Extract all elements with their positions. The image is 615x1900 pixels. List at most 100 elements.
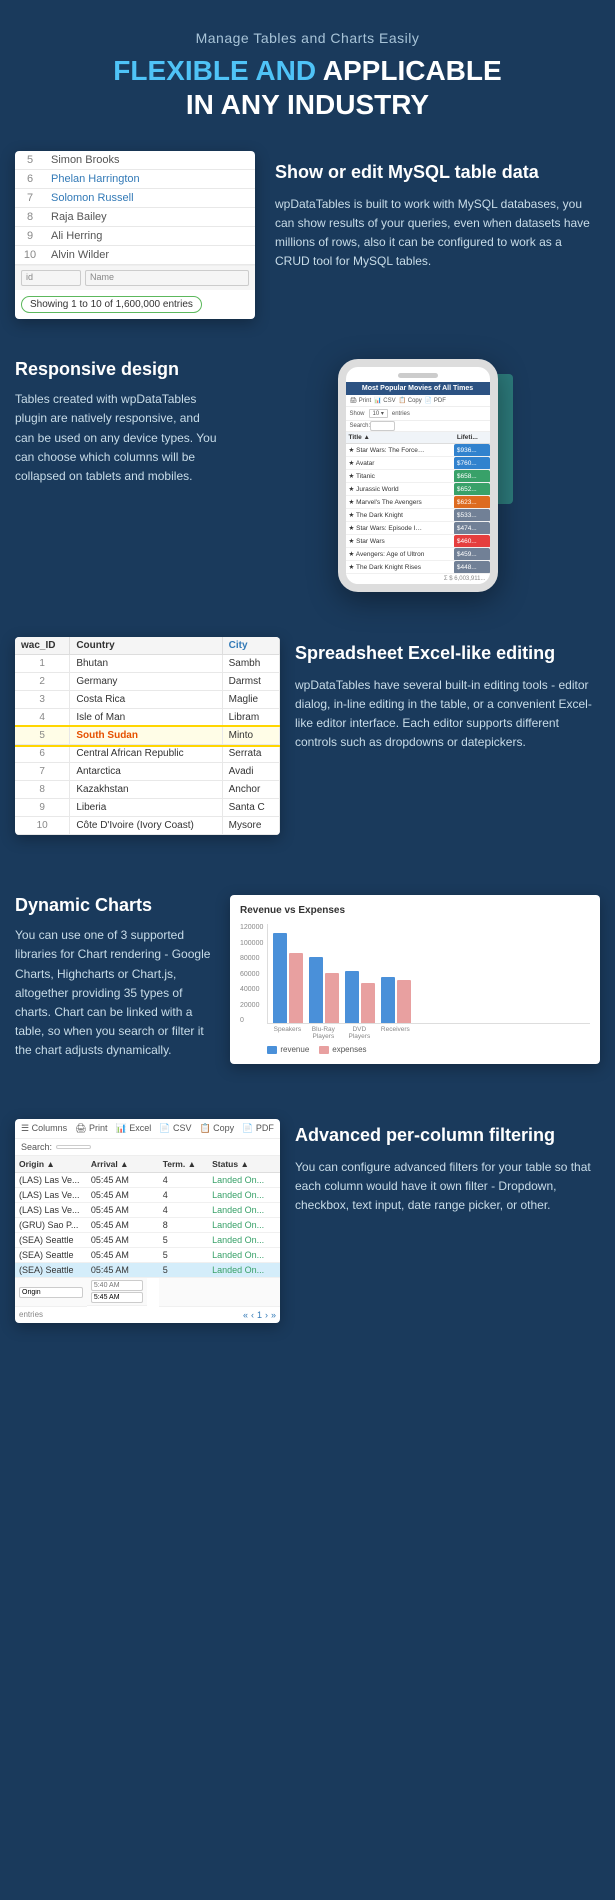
list-item: ★ Jurassic World$652... [346, 483, 490, 496]
legend-revenue: revenue [267, 1045, 309, 1054]
bar-revenue-bluray [309, 957, 323, 1023]
filtering-heading: Advanced per-column filtering [295, 1124, 595, 1147]
list-item: ★ The Dark Knight$533... [346, 509, 490, 522]
filter-demo-table: Origin ▲ Arrival ▲ Term. ▲ Status ▲ (LAS… [15, 1156, 280, 1307]
mysql-heading: Show or edit MySQL table data [275, 161, 595, 184]
filter-toolbar: ☰ Columns 🖨 Print 📊 Excel 📄 CSV 📋 Copy 📄… [15, 1119, 280, 1139]
mysql-table-card: 5Simon Brooks 6Phelan Harrington 7Solomo… [15, 151, 255, 319]
table-row: 4Isle of ManLibram [15, 709, 280, 727]
bar-group-dvd [345, 971, 375, 1023]
spreadsheet-demo-table: wac_ID Country City 1BhutanSambh 2German… [15, 637, 280, 835]
arrival-filter-min[interactable] [91, 1280, 143, 1291]
table-row: 10Côte D'Ivoire (Ivory Coast)Mysore [15, 817, 280, 835]
table-row: (SEA) Seattle05:45 AM5Landed On... [15, 1233, 280, 1248]
table-row: 5South SudanMinto [15, 727, 280, 745]
table-row: (LAS) Las Ve...05:45 AM4Landed On... [15, 1173, 280, 1188]
charts-body: You can use one of 3 supported libraries… [15, 926, 215, 1060]
chart-legend: revenue expenses [267, 1045, 590, 1054]
table-row: 2GermanyDarmst [15, 673, 280, 691]
mysql-content: Show or edit MySQL table data wpDataTabl… [270, 151, 615, 319]
header-title: FLEXIBLE AND APPLICABLE IN ANY INDUSTRY [40, 54, 575, 121]
table-row: 7AntarcticaAvadi [15, 763, 280, 781]
table-row: 3Costa RicaMaglie [15, 691, 280, 709]
phone-total: Σ $ 6,003,911... [346, 574, 490, 584]
table-row: (SEA) Seattle05:45 AM5Landed On... [15, 1248, 280, 1263]
mysql-body: wpDataTables is built to work with MySQL… [275, 195, 595, 272]
phone-search: Search: [346, 421, 490, 432]
filtering-section: ☰ Columns 🖨 Print 📊 Excel 📄 CSV 📋 Copy 📄… [0, 1104, 615, 1353]
spreadsheet-content: Spreadsheet Excel-like editing wpDataTab… [295, 637, 600, 835]
phone-show-row: Show 10 ▾ entries [346, 407, 490, 421]
table-row: 6Central African RepublicSerrata [15, 745, 280, 763]
bar-expense-receivers [397, 980, 411, 1023]
bar-revenue-dvd [345, 971, 359, 1023]
chart-title: Revenue vs Expenses [240, 905, 590, 916]
list-item: ★ Star Wars: Episode I…$474... [346, 522, 490, 535]
bar-expense-dvd [361, 983, 375, 1023]
phone-mockup: Most Popular Movies of All Times 🖨 Print… [235, 359, 600, 592]
table-row: (LAS) Las Ve...05:45 AM4Landed On... [15, 1203, 280, 1218]
chart-y-labels: 120000 100000 80000 60000 40000 20000 0 [240, 924, 263, 1024]
charts-heading: Dynamic Charts [15, 895, 215, 916]
filter-search-row: Search: [15, 1139, 280, 1156]
bar-revenue-speakers [273, 933, 287, 1023]
showing-badge: Showing 1 to 10 of 1,600,000 entries [21, 296, 202, 313]
spreadsheet-table-card: wac_ID Country City 1BhutanSambh 2German… [15, 637, 280, 835]
mysql-demo-table: 5Simon Brooks 6Phelan Harrington 7Solomo… [15, 151, 255, 265]
filter-table-footer: entries « ‹ 1 › » [15, 1307, 280, 1323]
bar-expense-speakers [289, 953, 303, 1023]
header: Manage Tables and Charts Easily FLEXIBLE… [0, 0, 615, 141]
chart-bars-area: Speakers Blu-Ray Players DVD Players Rec… [267, 924, 590, 1054]
table-row: (SEA) Seattle05:45 AM5Landed On... [15, 1263, 280, 1278]
chart-bars [267, 924, 590, 1024]
list-item: ★ Star Wars$460... [346, 535, 490, 548]
table-row: 8KazakhstanAnchor [15, 781, 280, 799]
responsive-body: Tables created with wpDataTables plugin … [15, 390, 220, 486]
phone-screen: Most Popular Movies of All Times 🖨 Print… [346, 382, 490, 584]
list-item: ★ Avengers: Age of Ultron$459... [346, 548, 490, 561]
chart-card: Revenue vs Expenses 120000 100000 80000 … [230, 895, 600, 1064]
responsive-content: Responsive design Tables created with wp… [15, 359, 235, 592]
spreadsheet-heading: Spreadsheet Excel-like editing [295, 642, 595, 665]
phone-mini-table: Title ▲ Lifeti... ★ Star Wars: The Force… [346, 432, 490, 574]
list-item: ★ The Dark Knight Rises$448... [346, 561, 490, 574]
bar-group-bluray [309, 957, 339, 1023]
header-title-line2: IN ANY INDUSTRY [186, 89, 429, 120]
table-header-row: Origin ▲ Arrival ▲ Term. ▲ Status ▲ [15, 1156, 280, 1173]
chart-x-labels: Speakers Blu-Ray Players DVD Players Rec… [267, 1026, 590, 1040]
chart-area-wrapper: 120000 100000 80000 60000 40000 20000 0 [240, 924, 590, 1054]
list-item: ★ Titanic$658... [346, 470, 490, 483]
bar-expense-bluray [325, 973, 339, 1023]
table-row: (GRU) Sao P...05:45 AM8Landed On... [15, 1218, 280, 1233]
pagination: « ‹ 1 › » [243, 1310, 276, 1320]
phone-controls: 🖨 Print 📊 CSV 📋 Copy 📄 PDF [346, 395, 490, 407]
mysql-footer: Showing 1 to 10 of 1,600,000 entries [15, 290, 255, 319]
origin-filter-input[interactable] [19, 1287, 83, 1298]
spreadsheet-body: wpDataTables have several built-in editi… [295, 676, 595, 753]
list-item: ★ Marvel's The Avengers$623... [346, 496, 490, 509]
header-subtitle: Manage Tables and Charts Easily [40, 30, 575, 46]
charts-section: Dynamic Charts You can use one of 3 supp… [0, 875, 615, 1084]
phone-speaker [398, 373, 438, 378]
bar-group-receivers [381, 977, 411, 1023]
legend-expenses: expenses [319, 1045, 366, 1054]
responsive-section: Responsive design Tables created with wp… [0, 339, 615, 602]
mysql-section: 5Simon Brooks 6Phelan Harrington 7Solomo… [0, 141, 615, 339]
bar-revenue-receivers [381, 977, 395, 1023]
table-row: 1BhutanSambh [15, 655, 280, 673]
phone-table-title: Most Popular Movies of All Times [346, 382, 490, 395]
bar-group-speakers [273, 933, 303, 1023]
filtering-content: Advanced per-column filtering You can co… [295, 1119, 600, 1323]
table-row: (LAS) Las Ve...05:45 AM4Landed On... [15, 1188, 280, 1203]
table-row: 9LiberiaSanta C [15, 799, 280, 817]
spreadsheet-section: wac_ID Country City 1BhutanSambh 2German… [0, 622, 615, 855]
list-item: ★ Avatar$760... [346, 457, 490, 470]
charts-content: Dynamic Charts You can use one of 3 supp… [15, 895, 230, 1064]
filtering-table-card: ☰ Columns 🖨 Print 📊 Excel 📄 CSV 📋 Copy 📄… [15, 1119, 280, 1323]
filter-input-row [15, 1278, 280, 1307]
list-item: ★ Star Wars: The Force…$936... [346, 444, 490, 457]
filtering-body: You can configure advanced filters for y… [295, 1158, 595, 1216]
header-title-line1-highlight: FLEXIBLE AND [113, 55, 322, 86]
responsive-heading: Responsive design [15, 359, 220, 380]
arrival-filter-max[interactable] [91, 1292, 143, 1303]
